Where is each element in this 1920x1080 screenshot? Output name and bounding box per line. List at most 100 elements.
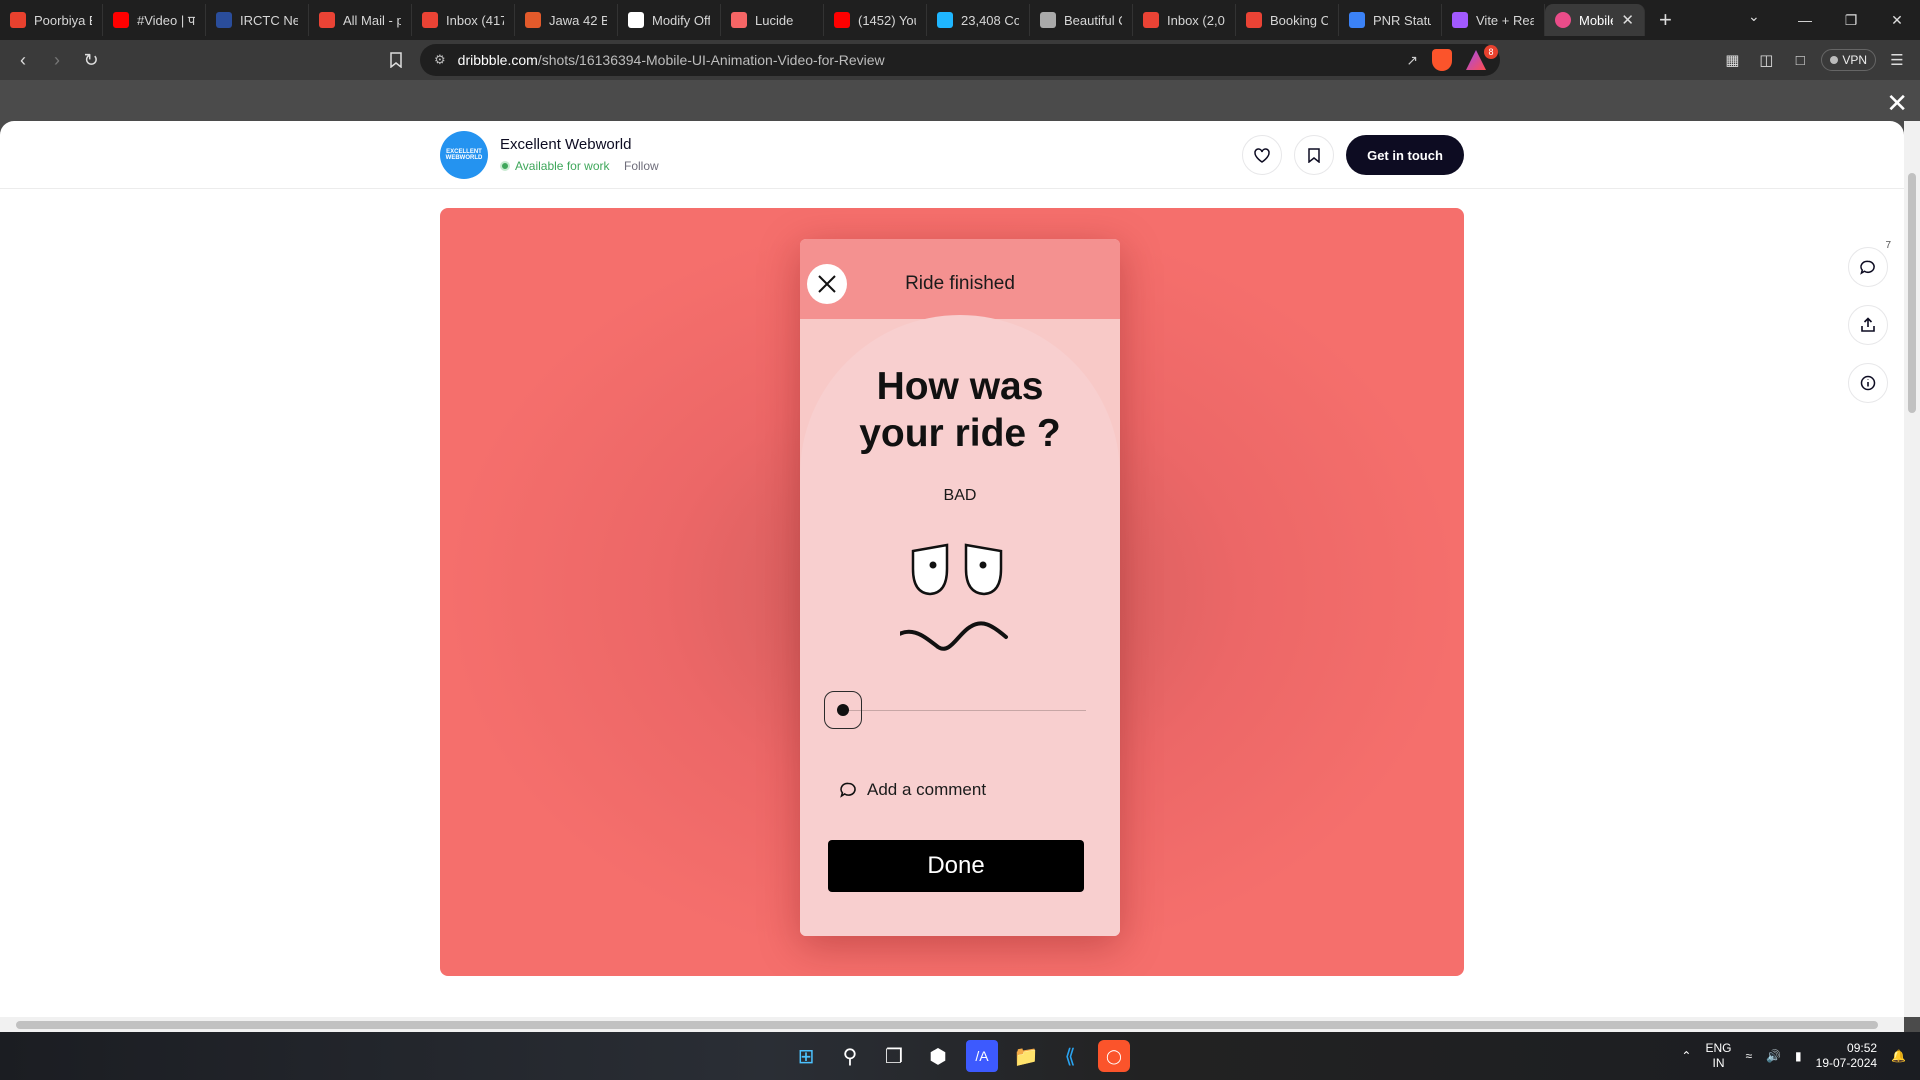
- share-button[interactable]: [1848, 305, 1888, 345]
- browser-tab[interactable]: PNR Status: [1339, 4, 1442, 36]
- tab-favicon-icon: [628, 12, 644, 28]
- notifications-icon[interactable]: 🔔: [1891, 1049, 1906, 1063]
- app-icon[interactable]: ⬢: [922, 1040, 954, 1072]
- bookmark-icon[interactable]: [379, 43, 413, 77]
- menu-icon[interactable]: ☰: [1884, 47, 1910, 73]
- clock[interactable]: 09:52 19-07-2024: [1816, 1041, 1877, 1071]
- avatar[interactable]: EXCELLENT WEBWORLD: [440, 131, 488, 179]
- back-button[interactable]: ‹: [6, 43, 40, 77]
- share-icon[interactable]: ↗: [1406, 52, 1418, 69]
- close-button[interactable]: [807, 264, 847, 304]
- comments-button[interactable]: 7: [1848, 240, 1891, 287]
- brave-browser-icon[interactable]: ◯: [1098, 1040, 1130, 1072]
- vertical-scrollbar[interactable]: [1904, 121, 1920, 1017]
- close-window-button[interactable]: ✕: [1874, 0, 1920, 40]
- file-explorer-icon[interactable]: 📁: [1010, 1040, 1042, 1072]
- info-icon: [1860, 375, 1876, 391]
- wifi-icon[interactable]: ≈: [1746, 1049, 1753, 1063]
- shot-modal: EXCELLENT WEBWORLD Excellent Webworld Av…: [0, 121, 1904, 1017]
- browser-tab[interactable]: Poorbiya E: [0, 4, 103, 36]
- tab-title: Mobile: [1579, 12, 1613, 28]
- start-icon[interactable]: ⊞: [790, 1040, 822, 1072]
- wallet-icon[interactable]: □: [1787, 47, 1813, 73]
- rating-slider-thumb[interactable]: [824, 691, 862, 729]
- browser-tab[interactable]: All Mail - p: [309, 4, 412, 36]
- tab-favicon-icon: [1555, 12, 1571, 28]
- restore-button[interactable]: ❐: [1828, 0, 1874, 40]
- save-button[interactable]: [1294, 135, 1334, 175]
- language-indicator[interactable]: ENG IN: [1705, 1041, 1731, 1071]
- browser-toolbar: ‹ › ↻ ⚙ dribbble.com/shots/16136394-Mobi…: [0, 40, 1920, 80]
- tray-chevron-icon[interactable]: ⌃: [1681, 1049, 1691, 1063]
- author-name[interactable]: Excellent Webworld: [500, 136, 631, 153]
- comments-count: 7: [1885, 240, 1891, 251]
- follow-link[interactable]: Follow: [624, 159, 659, 173]
- tab-search-chevron-icon[interactable]: ⌄: [1748, 8, 1760, 25]
- forward-button[interactable]: ›: [40, 43, 74, 77]
- tab-title: Inbox (2,04: [1167, 12, 1225, 28]
- horizontal-scrollbar[interactable]: [0, 1017, 1904, 1032]
- sidebar-icon[interactable]: ◫: [1753, 47, 1779, 73]
- heart-icon: [1254, 147, 1270, 163]
- browser-tab[interactable]: Inbox (2,04: [1133, 4, 1236, 36]
- browser-tab[interactable]: 23,408 Cou: [927, 4, 1030, 36]
- reload-button[interactable]: ↻: [74, 43, 108, 77]
- browser-tab[interactable]: Inbox (417: [412, 4, 515, 36]
- browser-tab[interactable]: IRCTC Next: [206, 4, 309, 36]
- sad-face-icon: [900, 543, 1008, 651]
- close-tab-icon[interactable]: ✕: [1621, 11, 1634, 29]
- windows-taskbar: ⊞ ⚲ ❐ ⬢ /A 📁 ⟪ ◯ ⌃ ENG IN ≈ 🔊 ▮ 09:52 19…: [0, 1032, 1920, 1080]
- address-bar[interactable]: ⚙ dribbble.com/shots/16136394-Mobile-UI-…: [420, 44, 1500, 76]
- browser-tab[interactable]: #Video | प: [103, 4, 206, 36]
- task-view-icon[interactable]: ❐: [878, 1040, 910, 1072]
- browser-tab[interactable]: (1452) You: [824, 4, 927, 36]
- availability-dot-icon: [500, 161, 510, 171]
- tab-favicon-icon: [319, 12, 335, 28]
- brave-rewards-icon[interactable]: [1466, 50, 1486, 70]
- url-host: dribbble.com: [457, 52, 538, 68]
- shot-media[interactable]: Ride finished How was your ride ? BAD Ad…: [440, 208, 1464, 976]
- horizontal-scroll-thumb[interactable]: [16, 1021, 1878, 1029]
- browser-tab[interactable]: Modify Offi: [618, 4, 721, 36]
- tab-favicon-icon: [10, 12, 26, 28]
- tab-favicon-icon: [1246, 12, 1262, 28]
- minimize-button[interactable]: —: [1782, 0, 1828, 40]
- tab-favicon-icon: [216, 12, 232, 28]
- add-comment-link[interactable]: Add a comment: [840, 780, 986, 800]
- get-in-touch-button[interactable]: Get in touch: [1346, 135, 1464, 175]
- rating-slider-track[interactable]: [838, 710, 1086, 711]
- new-tab-button[interactable]: +: [1645, 7, 1686, 33]
- volume-icon[interactable]: 🔊: [1766, 1049, 1781, 1063]
- shot-header: EXCELLENT WEBWORLD Excellent Webworld Av…: [0, 121, 1904, 189]
- browser-tab[interactable]: Beautiful C: [1030, 4, 1133, 36]
- vertical-scroll-thumb[interactable]: [1908, 173, 1916, 413]
- browser-tab[interactable]: Lucide: [721, 4, 824, 36]
- done-button[interactable]: Done: [828, 840, 1084, 892]
- browser-tab-active[interactable]: Mobile ✕: [1545, 4, 1645, 36]
- battery-icon[interactable]: ▮: [1795, 1049, 1802, 1063]
- window-controls: — ❐ ✕: [1782, 0, 1920, 40]
- clock-date: 19-07-2024: [1815, 1056, 1878, 1070]
- avatar-text: EXCELLENT WEBWORLD: [445, 149, 483, 161]
- tab-favicon-icon: [937, 12, 953, 28]
- vscode-icon[interactable]: ⟪: [1054, 1040, 1086, 1072]
- extensions-icon[interactable]: ▦: [1719, 47, 1745, 73]
- browser-tab[interactable]: Booking Co: [1236, 4, 1339, 36]
- browser-tab[interactable]: Jawa 42 Bo: [515, 4, 618, 36]
- info-button[interactable]: [1848, 363, 1888, 403]
- tab-title: All Mail - p: [343, 12, 401, 28]
- tab-title: Vite + Rea: [1476, 12, 1534, 28]
- vpn-button[interactable]: VPN: [1821, 49, 1876, 71]
- shot-side-actions: 7: [1848, 240, 1891, 403]
- close-modal-icon[interactable]: ✕: [1886, 88, 1908, 119]
- brave-shields-icon[interactable]: [1432, 49, 1452, 71]
- tab-title: IRCTC Next: [240, 12, 298, 28]
- search-icon[interactable]: ⚲: [834, 1040, 866, 1072]
- editor-app-icon[interactable]: /A: [966, 1040, 998, 1072]
- language-bottom: IN: [1712, 1056, 1725, 1070]
- site-info-icon[interactable]: ⚙: [434, 52, 446, 68]
- tab-title: Booking Co: [1270, 12, 1328, 28]
- tab-title: (1452) You: [858, 12, 916, 28]
- like-button[interactable]: [1242, 135, 1282, 175]
- browser-tab[interactable]: Vite + Rea: [1442, 4, 1545, 36]
